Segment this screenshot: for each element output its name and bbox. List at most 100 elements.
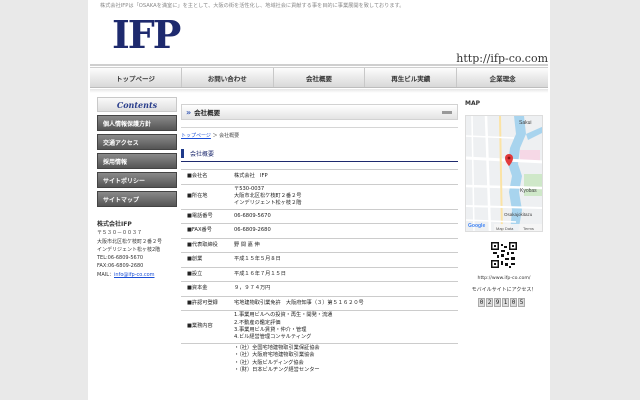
table-row: ■所在地 〒530-0037 大阪市北区松ケ枝町２番２号 インデリジェント松ヶ枝２階: [181, 183, 458, 210]
row-value: ・（社）全国宅地建物取引業保証協会 ・（社）大阪府宅地建物取引業協会 ・（社）大阪ビ…: [231, 342, 458, 376]
sidebar: Contents 個人情報保護方針 交通アクセス 採用情報 サイトポリシー サイ…: [97, 97, 177, 279]
site-logo[interactable]: IFP: [112, 16, 181, 54]
breadcrumb: トップページ ＞ 会社概要: [181, 132, 458, 139]
company-fax: FAX:06-6809-2680: [97, 263, 144, 270]
breadcrumb-sep: ＞: [212, 133, 218, 139]
row-value-line: 06-6809-5670: [234, 212, 271, 219]
table-row: ■FAX番号 06-6809-2680: [181, 223, 458, 239]
tagline: 株式会社IFPは「OSAKAを満室に」を主として、大阪の街を活性化し、地域社会に…: [100, 3, 405, 9]
row-label: ■設立: [181, 266, 231, 282]
row-label: ■業務内容: [181, 310, 231, 344]
company-address1: 大阪市北区松ケ枝町２番２号: [97, 238, 163, 245]
row-value: 06-6809-2680: [231, 223, 458, 239]
counter-digit: 1: [502, 298, 509, 307]
row-value-line: 〒530-0037: [234, 185, 265, 192]
double-chevron-icon: »: [186, 107, 192, 117]
map-label-place1: Sakui: [519, 120, 532, 126]
nav-contact[interactable]: お問い合わせ: [182, 68, 274, 87]
section-heading: 会社概要: [181, 149, 458, 158]
mail-label: MAIL：: [97, 271, 114, 278]
row-value: 06-6809-5670: [231, 208, 458, 224]
row-value: 平成１５年５月８日: [231, 252, 458, 268]
map-footer-data: Map Data: [496, 226, 514, 231]
table-row: ■業務内容 1.事業用ビルへの投資・再生・開発・流通 2.不動産の鑑定評価 3.事業用…: [181, 310, 458, 344]
row-value-line: ・（財）日本ビルヂング経営センター: [234, 367, 320, 374]
row-value: 1.事業用ビルへの投資・再生・開発・流通 2.不動産の鑑定評価 3.事業用ビル賃貸・…: [231, 310, 458, 344]
row-value: 株式会社 IFP: [231, 169, 458, 184]
row-value-line: 06-6809-2680: [234, 227, 271, 234]
header-divider: [90, 64, 548, 66]
table-row: ■会社名 株式会社 IFP: [181, 169, 458, 184]
row-value: ９，９７４万円: [231, 281, 458, 297]
counter-digit: 2: [486, 298, 493, 307]
row-value-line: インデリジェント松ヶ枝２階: [234, 200, 302, 207]
row-value: 野 間 嘉 伸: [231, 237, 458, 253]
counter-digit: 0: [478, 298, 485, 307]
counter-digit: 9: [494, 298, 501, 307]
row-value-line: 1.事業用ビルへの投資・再生・開発・流通: [234, 312, 333, 319]
row-label: ■代表取締役: [181, 237, 231, 253]
sidebar-item-policy[interactable]: サイトポリシー: [97, 172, 177, 188]
row-value-line: 4.ビル経営管理コンサルティング: [234, 334, 312, 341]
embedded-map[interactable]: Sakui Kyobas Osakajokitazu Google Map Da…: [465, 115, 543, 232]
row-label: [181, 342, 231, 376]
row-value-line: ９，９７４万円: [234, 285, 271, 292]
qr-code-icon: [491, 242, 517, 268]
map-google-logo: Google: [468, 223, 485, 229]
mail-link[interactable]: info@ifp-co.com: [114, 272, 155, 278]
company-mail-row: MAIL：info@ifp-co.com: [97, 271, 177, 279]
qr-note: モバイルサイトにアクセス！: [471, 287, 537, 293]
map-label-place2: Kyobas: [520, 188, 537, 194]
row-value: 平成１６年７月１５日: [231, 266, 458, 282]
row-value: 宅地建物取引業免許 大阪府知事（３）第５１６２０号: [231, 295, 458, 311]
nav-top[interactable]: トップページ: [90, 68, 182, 87]
page-title-bar: » 会社概要: [181, 104, 458, 120]
row-label: ■創業: [181, 252, 231, 268]
row-value-line: 野 間 嘉 伸: [234, 241, 260, 248]
row-value-line: ・（社）大阪ビルディング協会: [234, 359, 304, 366]
title-rule: [181, 127, 458, 128]
table-row: ■代表取締役野 間 嘉 伸: [181, 237, 458, 253]
right-column: MAP Sakui Kyobas Osakajokitazu Google Ma…: [465, 100, 543, 307]
global-nav: トップページ お問い合わせ 会社概要 再生ビル実績 企業理念: [90, 67, 548, 88]
sidebar-item-recruit[interactable]: 採用情報: [97, 153, 177, 169]
nav-renewal[interactable]: 再生ビル実績: [365, 68, 458, 87]
row-value: 〒530-0037 大阪市北区松ケ枝町２番２号 インデリジェント松ヶ枝２階: [231, 183, 458, 210]
row-value-line: 平成１５年５月８日: [234, 256, 281, 263]
row-label: ■FAX番号: [181, 223, 231, 239]
map-label-place3: Osakajokitazu: [504, 212, 533, 217]
qr-url[interactable]: http://www.ifp-co.com/: [465, 276, 543, 281]
company-postal: 〒５３０－００３７: [97, 230, 143, 237]
breadcrumb-current: 会社概要: [219, 133, 240, 139]
nav-philosophy[interactable]: 企業理念: [457, 68, 548, 87]
breadcrumb-home[interactable]: トップページ: [181, 133, 211, 139]
counter-digit: 5: [518, 298, 525, 307]
row-label: ■資本金: [181, 281, 231, 297]
company-name: 株式会社IFP: [97, 221, 132, 228]
map-graphic: Sakui Kyobas Osakajokitazu Google Map Da…: [466, 116, 542, 231]
table-row: ■設立 平成１６年７月１５日: [181, 266, 458, 282]
table-row: ・（社）全国宅地建物取引業保証協会 ・（社）大阪府宅地建物取引業協会 ・（社）大阪ビ…: [181, 342, 458, 376]
access-counter: 0 2 9 1 0 5: [478, 298, 525, 307]
row-value-line: 平成１６年７月１５日: [234, 270, 286, 277]
row-value-line: 宅地建物取引業免許 大阪府知事（３）第５１６２０号: [234, 299, 364, 306]
page-title: 会社概要: [194, 109, 221, 117]
nav-company[interactable]: 会社概要: [274, 68, 366, 87]
map-title: MAP: [465, 100, 481, 107]
row-label: ■許認可登録: [181, 295, 231, 311]
table-row: ■電話番号 06-6809-5670: [181, 208, 458, 224]
nav-shadow: [90, 89, 548, 93]
row-value-line: ・（社）大阪府宅地建物取引業協会: [234, 352, 315, 359]
contents-heading: Contents: [97, 97, 177, 112]
map-footer-terms: Terms: [523, 226, 534, 231]
section-rule: [181, 161, 458, 162]
row-label: ■電話番号: [181, 208, 231, 224]
title-decoration: [442, 111, 452, 114]
sidebar-item-sitemap[interactable]: サイトマップ: [97, 191, 177, 207]
row-label: ■所在地: [181, 183, 231, 210]
counter-digit: 0: [510, 298, 517, 307]
company-table: ■会社名 株式会社 IFP ■所在地 〒530-0037 大阪市北区松ケ枝町２番２号 イン…: [181, 169, 458, 376]
sidebar-item-privacy[interactable]: 個人情報保護方針: [97, 115, 177, 131]
company-info: 株式会社IFP 〒５３０－００３７ 大阪市北区松ケ枝町２番２号 インデリジェント…: [97, 221, 177, 279]
sidebar-item-access[interactable]: 交通アクセス: [97, 134, 177, 150]
